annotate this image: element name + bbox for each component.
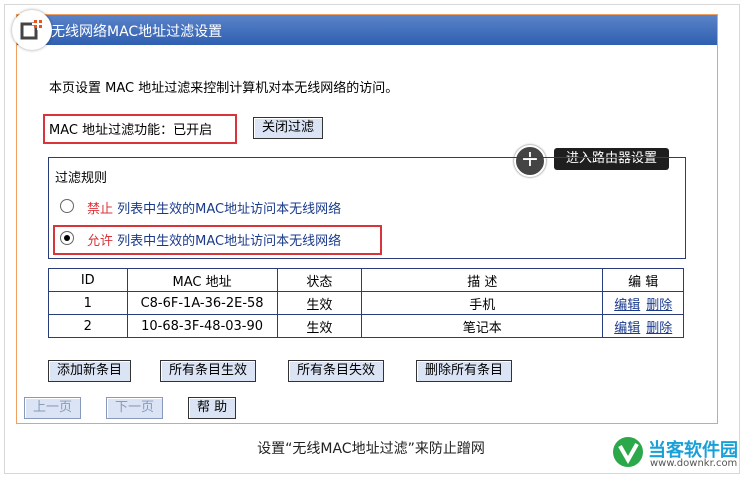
header-mac: MAC 地址 (126, 268, 278, 292)
enable-all-button[interactable]: 所有条目生效 (160, 360, 257, 382)
edit-link[interactable]: 编辑 (614, 298, 640, 313)
help-button[interactable]: 帮 助 (188, 397, 237, 419)
row-status: 生效 (276, 291, 363, 315)
deny-text: 列表中生效的MAC地址访问本无线网络 (117, 202, 342, 217)
row-id: 2 (48, 314, 128, 338)
allow-option[interactable]: 允许 列表中生效的MAC地址访问本无线网络 (87, 230, 341, 249)
mac-filter-table: ID MAC 地址 状态 描 述 编 辑 1 C8-6F-1A-36-2E-58… (48, 268, 684, 338)
header-id: ID (48, 268, 128, 292)
header-desc: 描 述 (361, 268, 604, 292)
allow-radio[interactable] (60, 231, 74, 245)
site-watermark: 当客软件园 www.downkr.com (612, 436, 738, 472)
row-desc: 手机 (361, 291, 604, 315)
delete-link[interactable]: 删除 (646, 321, 672, 336)
rules-title: 过滤规则 (55, 171, 108, 186)
brand-logo-icon (613, 437, 643, 467)
disable-filter-button[interactable]: 关闭过滤 (253, 117, 324, 139)
filter-status-label: MAC 地址过滤功能：已开启 (49, 123, 213, 138)
row-mac: C8-6F-1A-36-2E-58 (126, 291, 278, 315)
router-logo-icon (12, 10, 52, 50)
row-mac: 10-68-3F-48-03-90 (126, 314, 278, 338)
delete-link[interactable]: 删除 (646, 298, 672, 313)
deny-keyword: 禁止 (87, 202, 114, 217)
add-entry-button[interactable]: 添加新条目 (48, 360, 132, 382)
deny-option[interactable]: 禁止 列表中生效的MAC地址访问本无线网络 (87, 198, 341, 217)
filter-rules-group: 过滤规则 禁止 列表中生效的MAC地址访问本无线网络 允许 列表中生效的MAC地… (48, 157, 686, 259)
allow-keyword: 允许 (87, 234, 114, 249)
intro-text: 本页设置 MAC 地址过滤来控制计算机对本无线网络的访问。 (49, 81, 399, 96)
row-actions: 编辑 删除 (602, 314, 684, 338)
title-bar: 无线网络MAC地址过滤设置 (17, 15, 717, 45)
prev-page-button[interactable]: 上一页 (24, 397, 82, 419)
header-status: 状态 (276, 268, 363, 292)
row-status: 生效 (276, 314, 363, 338)
brand-url: www.downkr.com (650, 458, 738, 469)
table-header-row: ID MAC 地址 状态 描 述 编 辑 (48, 268, 684, 292)
table-row: 2 10-68-3F-48-03-90 生效 笔记本 编辑 删除 (48, 314, 684, 338)
disable-all-button[interactable]: 所有条目失效 (288, 360, 385, 382)
table-row: 1 C8-6F-1A-36-2E-58 生效 手机 编辑 删除 (48, 291, 684, 315)
next-page-button[interactable]: 下一页 (106, 397, 164, 419)
header-edit: 编 辑 (602, 268, 684, 292)
edit-link[interactable]: 编辑 (614, 321, 640, 336)
row-desc: 笔记本 (361, 314, 604, 338)
page-title: 无线网络MAC地址过滤设置 (51, 24, 223, 40)
row-actions: 编辑 删除 (602, 291, 684, 315)
row-id: 1 (48, 291, 128, 315)
allow-text: 列表中生效的MAC地址访问本无线网络 (117, 234, 342, 249)
deny-radio[interactable] (60, 199, 74, 213)
delete-all-button[interactable]: 删除所有条目 (416, 360, 513, 382)
